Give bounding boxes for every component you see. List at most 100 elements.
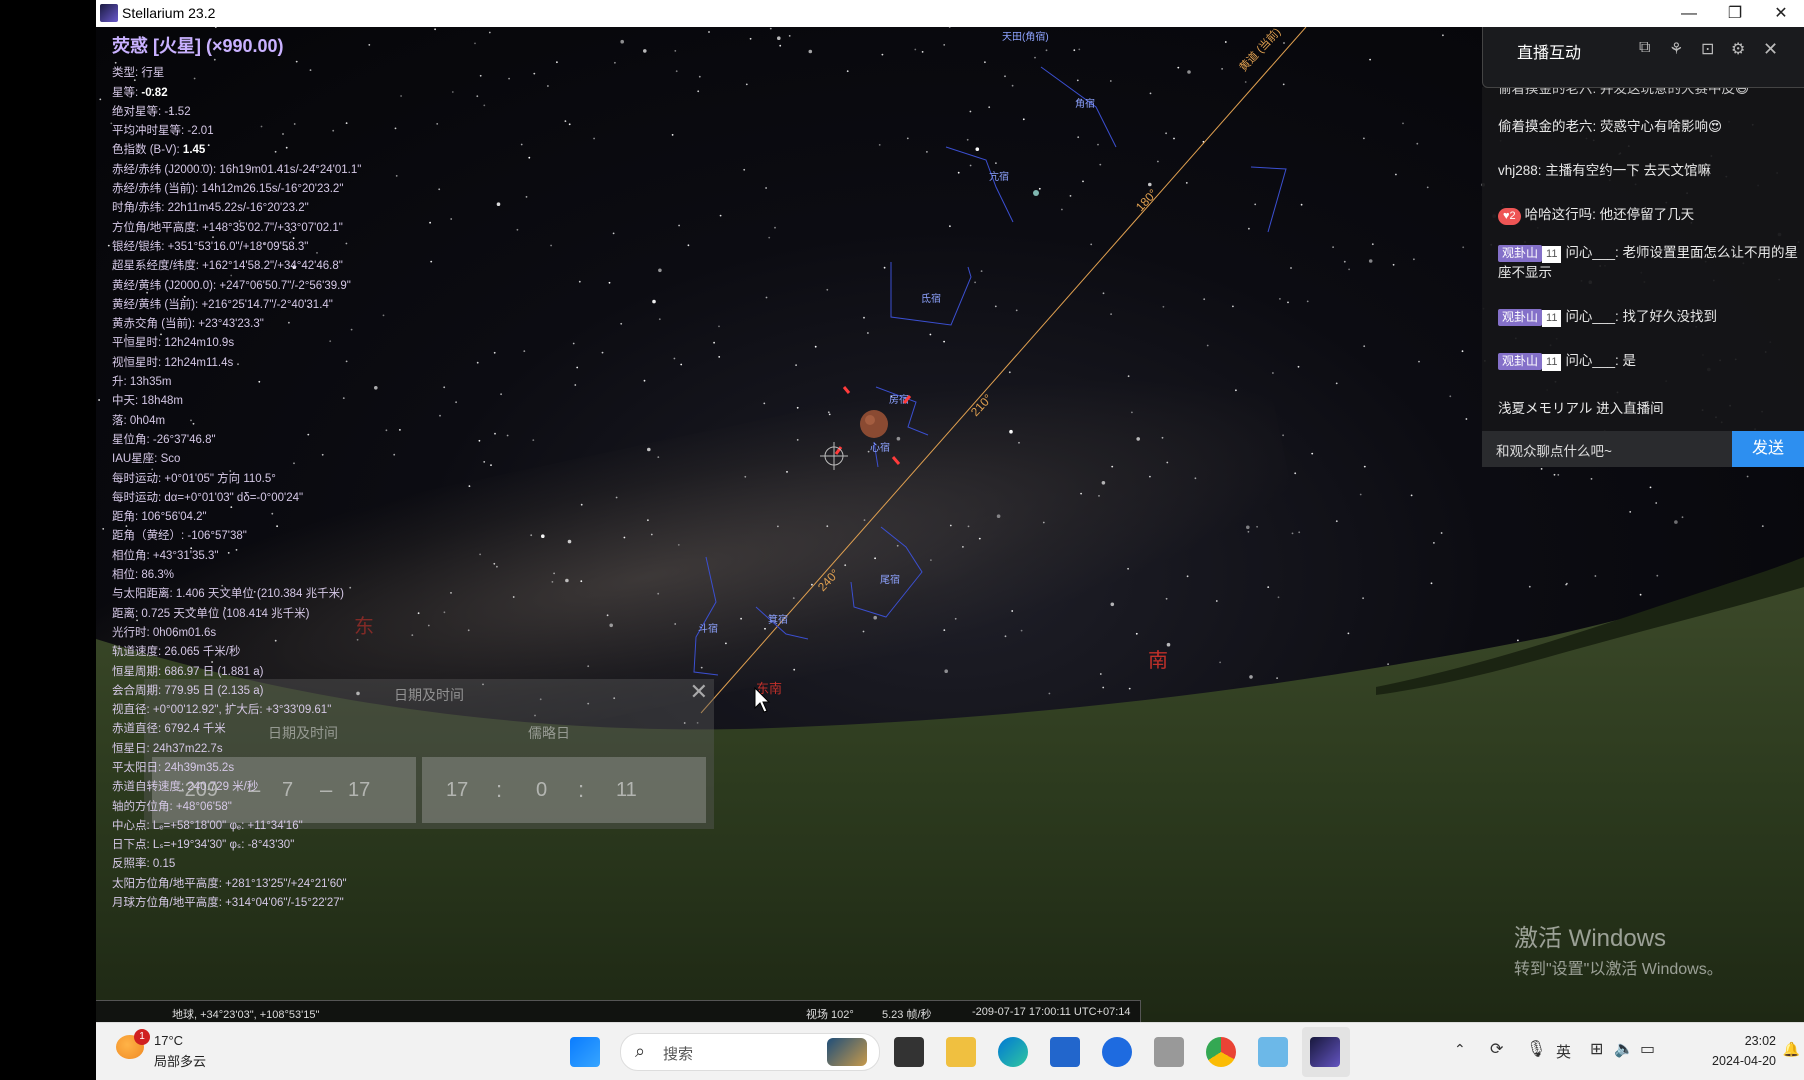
network-icon[interactable]: ⊞: [1590, 1039, 1603, 1059]
tab-julian-day[interactable]: 儒略日: [528, 723, 570, 743]
ime-indicator[interactable]: 英: [1556, 1041, 1571, 1062]
send-button[interactable]: 发送: [1732, 431, 1804, 467]
time-spinner[interactable]: 17 : 0 : 11: [422, 757, 706, 823]
info-row: 恒星日: 24h37m22.7s: [112, 740, 361, 759]
info-key: 绝对星等:: [112, 105, 165, 118]
gear-icon[interactable]: ⚙: [1731, 39, 1745, 59]
chat-message-7-text: 问心___: 是: [1565, 353, 1636, 368]
info-row: 赤经/赤纬 (J2000.0): 16h19m01.41s/-24°24'01.…: [112, 161, 361, 180]
info-value: 12h24m11.4s: [164, 356, 234, 369]
layout-icon[interactable]: ⧉: [1639, 39, 1650, 57]
info-row: 日下点: Lₛ=+19°34'30" φₛ: -8°43'30": [112, 836, 361, 855]
info-value: 22h11m45.22s/-16°20'23.2": [167, 202, 309, 215]
fan-heart-badge: ♥2: [1498, 208, 1521, 225]
chat-header: 直播互动 ⧉ ⚘ ⊡ ⚙ ✕: [1482, 27, 1804, 88]
info-value: 240.729 米/秒: [187, 781, 259, 794]
info-key: 视恒星时:: [112, 356, 165, 369]
chat-message-6: 观卦山 11 问心___: 找了好久没找到: [1498, 307, 1798, 327]
chat-input[interactable]: 和观众聊点什么吧~: [1496, 440, 1612, 460]
start-button[interactable]: [570, 1037, 600, 1067]
info-value: 779.95 日 (2.135 a): [164, 684, 264, 697]
dialog-close-icon[interactable]: ✕: [690, 679, 708, 705]
chat-message-6-text: 问心___: 找了好久没找到: [1565, 309, 1717, 324]
status-datetime[interactable]: -209-07-17 17:00:11 UTC+07:14: [972, 1006, 1131, 1018]
notification-bell-icon[interactable]: 🔔: [1783, 1041, 1800, 1058]
mars-planet[interactable]: [860, 410, 888, 438]
info-value: +314°04'06"/-15°22'27": [225, 897, 344, 910]
volume-icon[interactable]: 🔈: [1614, 1039, 1634, 1059]
chat-message-8: 浅夏メモリアル 进入直播间: [1498, 401, 1664, 416]
info-row: 平均冲时星等: -2.01: [112, 122, 361, 141]
fan-badge: 观卦山: [1498, 245, 1543, 262]
active-app-highlight: [1302, 1027, 1350, 1077]
info-key: 恒星周期:: [112, 665, 165, 678]
status-bar: 地球, +34°23'03", +108°53'15" 视场 102° 5.23…: [96, 1000, 1141, 1023]
ecliptic-line: [700, 27, 1307, 714]
info-value: 16h19m01.41s/-24°24'01.1": [219, 163, 362, 176]
constellation-lines: [693, 66, 1287, 676]
task-view-icon[interactable]: [894, 1037, 924, 1067]
microphone-icon[interactable]: 🎙: [1526, 1039, 1546, 1059]
info-key: 轴的方位角:: [112, 800, 176, 813]
puzzle-icon[interactable]: ⚘: [1669, 39, 1683, 59]
info-row: 与太阳距离: 1.406 天文单位 (210.384 兆千米): [112, 585, 361, 604]
taskbar: 1 17°C 局部多云 ⌕ 搜索 ⌃ ⟳ 🎙 英 ⊞ 🔈 ▭ 23:02 202…: [96, 1022, 1804, 1080]
info-row: 相位: 86.3%: [112, 566, 361, 585]
chat-input-bar: 和观众聊点什么吧~ 发送: [1482, 431, 1804, 467]
info-key: 赤道自转速度:: [112, 781, 188, 794]
ecliptic-180-label: 180°: [1133, 186, 1160, 214]
chat-message-3: vhj288: 主播有空约一下 去天文馆嘛: [1498, 163, 1712, 178]
info-row: 轨道速度: 26.065 千米/秒: [112, 643, 361, 662]
info-key: 轨道速度:: [112, 646, 165, 659]
chevron-up-icon[interactable]: ⌃: [1454, 1041, 1466, 1058]
dialog-title: 日期及时间: [394, 687, 464, 703]
info-row: 平恒星时: 12h24m10.9s: [112, 334, 361, 353]
info-row: 月球方位角/地平高度: +314°04'06"/-15°22'27": [112, 894, 361, 913]
info-key: 中心点:: [112, 819, 153, 832]
label-xin: 心宿: [870, 441, 890, 454]
title-bar[interactable]: Stellarium 23.2 — ❐ ✕: [96, 0, 1804, 27]
info-value: -106°57'38": [187, 530, 247, 543]
info-value: -26°37'46.8": [152, 433, 216, 446]
fan-badge: 观卦山: [1498, 309, 1543, 326]
clock[interactable]: 23:02 2024-04-20: [1712, 1031, 1776, 1071]
battery-icon[interactable]: ▭: [1640, 1039, 1655, 1059]
info-key: 每时运动:: [112, 472, 165, 485]
hour-value[interactable]: 17: [446, 779, 468, 802]
second-value[interactable]: 11: [616, 779, 637, 802]
store-icon[interactable]: [1050, 1037, 1080, 1067]
ecliptic-240-label: 240°: [815, 566, 842, 594]
activation-line-1: 激活 Windows: [1514, 925, 1667, 952]
maximize-button[interactable]: ❐: [1712, 0, 1758, 27]
close-button[interactable]: ✕: [1758, 0, 1804, 27]
calculator-icon[interactable]: [1154, 1037, 1184, 1067]
info-row: 星位角: -26°37'46.8": [112, 431, 361, 450]
sogou-icon[interactable]: [1102, 1037, 1132, 1067]
chrome-icon[interactable]: [1206, 1037, 1236, 1067]
info-value: 18h48m: [141, 395, 183, 408]
lock-icon[interactable]: ⊡: [1701, 39, 1714, 59]
file-explorer-icon[interactable]: [946, 1037, 976, 1067]
info-key: 色指数 (B-V):: [112, 144, 183, 157]
info-key: 方位角/地平高度:: [112, 221, 203, 234]
sync-icon[interactable]: ⟳: [1490, 1039, 1503, 1059]
info-row: 升: 13h35m: [112, 373, 361, 392]
app-icon-bilibili[interactable]: [1258, 1037, 1288, 1067]
chat-message-2: 偷着摸金的老六: 荧惑守心有啥影响😍: [1498, 119, 1723, 134]
info-value: +162°14'58.2"/+34°42'46.8": [202, 260, 343, 273]
minimize-button[interactable]: —: [1666, 0, 1712, 27]
info-key: 视直径:: [112, 704, 153, 717]
edge-icon[interactable]: [998, 1037, 1028, 1067]
info-value: -1.52: [164, 105, 191, 118]
info-key: 与太阳距离:: [112, 588, 176, 601]
label-di: 氐宿: [921, 292, 941, 305]
status-location[interactable]: 地球, +34°23'03", +108°53'15": [172, 1006, 319, 1022]
info-value: 行星: [141, 67, 165, 80]
live-chat-panel[interactable]: 偷着摸金的老六: 并发这玩意的大赛中皮😆 偷着摸金的老六: 荧惑守心有啥影响😍 …: [1482, 27, 1804, 467]
taskbar-search[interactable]: ⌕ 搜索: [620, 1033, 880, 1071]
minute-value[interactable]: 0: [536, 779, 547, 802]
info-value: 6792.4 千米: [164, 723, 226, 736]
system-tray: ⌃ ⟳ 🎙 英 ⊞ 🔈 ▭ 23:02 2024-04-20 🔔: [1444, 1023, 1804, 1080]
chat-message-4: ♥2 哈哈这行吗: 他还停留了几天: [1498, 205, 1798, 225]
close-icon[interactable]: ✕: [1763, 39, 1778, 60]
